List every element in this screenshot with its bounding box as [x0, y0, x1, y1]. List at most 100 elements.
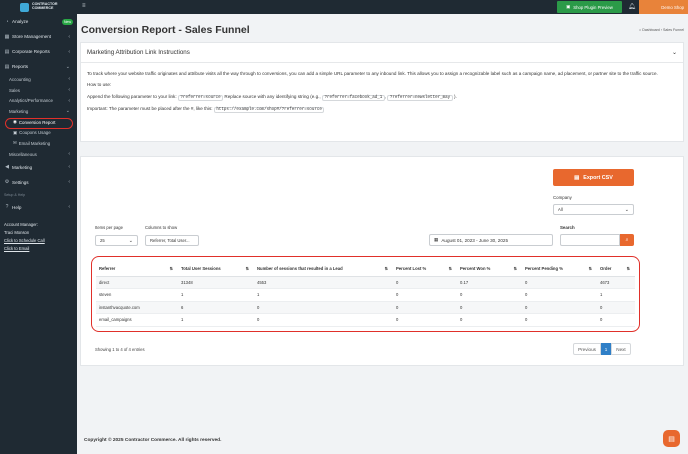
company-select[interactable]: All ⌄: [553, 204, 634, 215]
sidebar-item-sales[interactable]: Sales ‹: [0, 85, 77, 96]
chevron-down-icon: ⌄: [128, 237, 133, 244]
search-input[interactable]: [560, 234, 620, 246]
columns-select[interactable]: Referrer, Total User...: [145, 235, 199, 246]
sidebar-item-settings[interactable]: ⚙ Settings ‹: [0, 175, 77, 190]
sidebar-item-store-management[interactable]: ▦ Store Management ‹: [0, 29, 77, 44]
example-code-2: ?referrer=newsletter_may: [387, 94, 453, 101]
chart-icon: ◔: [5, 18, 9, 25]
report-card: ▤ Export CSV Company All ⌄ Items per pag…: [80, 156, 684, 366]
company-label: Company: [553, 195, 572, 200]
next-button[interactable]: Next: [611, 343, 631, 355]
chat-button[interactable]: ▤: [663, 430, 680, 447]
account-manager-label: Account Manager:: [4, 221, 38, 227]
items-per-page-label: Items per page: [95, 225, 123, 230]
table-row: email_campaigns 1 0 0 0 0 0: [96, 313, 635, 327]
chevron-down-icon: ⌄: [624, 206, 629, 213]
report-icon: ▤: [4, 63, 10, 70]
calendar-icon: ▦: [434, 237, 439, 242]
schedule-call-link[interactable]: Click to Schedule Call: [4, 238, 45, 243]
example-url-code: https://example.com/shop#/?referrer=sour…: [213, 107, 325, 114]
coupon-icon: ▣: [13, 129, 18, 135]
entries-info: Showing 1 to 4 of 4 entries: [95, 347, 145, 352]
chevron-left-icon: ‹: [68, 33, 70, 40]
sidebar-item-corporate-reports[interactable]: ▤ Corporate Reports ‹: [0, 44, 77, 59]
home-icon: ⌂: [639, 28, 642, 32]
store-icon: ▣: [566, 4, 571, 9]
table-row: instanthvacquote.com 6 0 0 0 0 0: [96, 301, 635, 314]
page-1-button[interactable]: 1: [601, 343, 611, 355]
sort-icon: ⇅: [626, 266, 630, 272]
search-label: Search: [560, 225, 575, 230]
instructions-header[interactable]: Marketing Attribution Link Instructions …: [81, 43, 683, 63]
search-icon: ⌕: [625, 237, 629, 243]
sidebar-item-marketing-reports[interactable]: Marketing ⌄: [0, 106, 77, 117]
sidebar-item-marketing[interactable]: ◀ Marketing ‹: [0, 160, 77, 175]
sort-icon: ⇅: [588, 266, 592, 272]
sidebar: CONTRACTOR COMMERCE ◔ Analyze New ▦ Stor…: [0, 0, 77, 454]
sidebar-item-help[interactable]: ? Help ‹: [0, 200, 77, 215]
chevron-down-icon: ⌄: [65, 63, 70, 70]
table-row: direct 31348 4553 0 0.17 0 4673: [96, 276, 635, 289]
highlight-ring: [5, 118, 73, 129]
example-code-1: ?referrer=facebook_ad_1: [321, 94, 385, 101]
chevron-left-icon: ‹: [68, 76, 70, 83]
chevron-left-icon: ‹: [68, 204, 70, 210]
export-csv-button[interactable]: ▤ Export CSV: [553, 169, 634, 186]
column-header[interactable]: Percent Won % ⇅: [457, 262, 522, 277]
pagination: Previous 1 Next: [573, 343, 631, 355]
breadcrumb-home[interactable]: Dashboard: [642, 28, 660, 32]
chevron-left-icon: ‹: [68, 179, 70, 185]
sidebar-item-miscellaneous[interactable]: Miscellaneous ‹: [0, 149, 77, 160]
chevron-down-icon: ⌄: [65, 108, 70, 115]
sidebar-item-accounting[interactable]: Accounting ‹: [0, 74, 77, 85]
instructions-card: Marketing Attribution Link Instructions …: [80, 42, 684, 142]
how-to-label: How to use:: [87, 82, 112, 88]
account-manager-name: Traci Monson: [4, 229, 30, 235]
logo-icon: [20, 2, 29, 12]
breadcrumb-current: Sales Funnel: [663, 28, 684, 32]
account-manager: Account Manager: Traci Monson Click to S…: [0, 221, 77, 253]
footer-copyright: Copyright © 2025 Contractor Commerce. Al…: [84, 438, 222, 443]
bell-icon[interactable]: 🔔︎: [628, 3, 636, 10]
sidebar-item-coupons-usage[interactable]: ▣ Coupons Usage: [0, 127, 77, 138]
brand-logo[interactable]: CONTRACTOR COMMERCE: [0, 0, 77, 14]
sidebar-item-analytics-performance[interactable]: Analytics/Performance ‹: [0, 95, 77, 106]
items-per-page-select[interactable]: 25 ⌄: [95, 235, 138, 246]
report-icon: ▤: [4, 48, 10, 55]
previous-button[interactable]: Previous: [573, 343, 601, 355]
help-icon: ?: [5, 204, 9, 210]
date-range-picker[interactable]: ▦ August 01, 2023 - June 30, 2025: [429, 234, 553, 246]
instructions-body: To track where your website traffic orig…: [81, 63, 683, 127]
megaphone-icon: ◀: [5, 164, 9, 170]
column-header[interactable]: Referrer ⇅: [96, 262, 178, 277]
column-header[interactable]: Order ⇅: [597, 262, 635, 277]
columns-label: Columns to show: [145, 225, 178, 230]
menu-icon[interactable]: ≡: [82, 3, 86, 9]
sort-icon: ⇅: [245, 266, 249, 272]
column-header[interactable]: Percent Pending % ⇅: [522, 262, 597, 277]
sidebar-item-analyze[interactable]: ◔ Analyze New: [0, 14, 77, 29]
sidebar-item-reports[interactable]: ▤ Reports ⌄: [0, 59, 77, 74]
param-code: ?referrer=source: [177, 94, 224, 101]
chevron-left-icon: ‹: [68, 97, 70, 104]
chevron-left-icon: ‹: [68, 151, 70, 158]
email-link[interactable]: Click to Email: [4, 246, 29, 251]
table-row: steven 1 1 0 0 0 1: [96, 288, 635, 302]
column-header[interactable]: Percent Lost % ⇅: [393, 262, 457, 277]
conversion-table: Referrer ⇅ Total User Sessions ⇅ Number of…: [96, 262, 635, 327]
file-icon: ▤: [574, 174, 580, 181]
shop-preview-button[interactable]: ▣ Shop Plugin Preview: [557, 1, 622, 13]
shop-switcher[interactable]: Demo Shop: [639, 0, 688, 14]
column-header[interactable]: Total User Sessions ⇅: [178, 262, 254, 277]
sort-icon: ⇅: [448, 266, 452, 272]
important-note: Important: The parameter must be placed …: [87, 106, 677, 114]
chevron-down-icon: ⌄: [671, 50, 677, 56]
sidebar-item-email-marketing[interactable]: ✉ Email Marketing: [0, 138, 77, 149]
chevron-left-icon: ‹: [68, 48, 70, 55]
chat-icon: ▤: [668, 435, 675, 443]
breadcrumb: ⌂ Dashboard › Sales Funnel: [639, 28, 684, 32]
column-header[interactable]: Number of sessions that resulted in a Le…: [254, 262, 393, 277]
chevron-right-icon: ›: [660, 28, 663, 32]
search-button[interactable]: ⌕: [620, 234, 634, 246]
sort-icon: ⇅: [169, 266, 173, 272]
